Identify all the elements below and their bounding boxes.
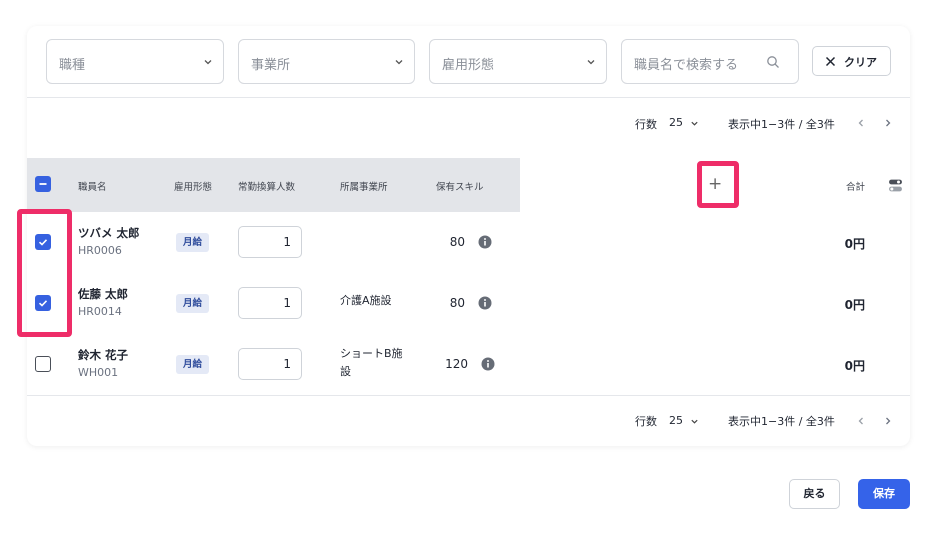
highlight-checkbox-column	[17, 209, 72, 337]
rows-per-page-select[interactable]: 25	[669, 414, 683, 427]
office-select[interactable]: 事業所	[238, 39, 415, 84]
chevron-down-icon[interactable]	[690, 119, 699, 128]
chevron-down-icon[interactable]	[690, 417, 699, 426]
search-placeholder: 職員名で検索する	[634, 58, 739, 73]
fte-input[interactable]: 1	[238, 287, 302, 319]
row-total: 0円	[844, 237, 865, 251]
search-icon	[767, 56, 779, 68]
chevron-left-icon[interactable]	[856, 416, 866, 426]
employment-type-placeholder: 雇用形態	[442, 58, 495, 73]
chevron-left-icon[interactable]	[856, 118, 866, 128]
fte-input[interactable]: 1	[238, 226, 302, 258]
chevron-down-icon	[587, 60, 595, 65]
staff-code: HR0014	[78, 305, 122, 318]
skill-value: 80	[449, 235, 465, 249]
staff-table-card: 職種 事業所 雇用形態 職員名で検索する クリア 行数 25 表示中1−3件 /…	[27, 26, 910, 446]
office-placeholder: 事業所	[251, 58, 291, 73]
back-button[interactable]: 戻る	[789, 479, 840, 509]
skill-value: 80	[449, 296, 465, 310]
staff-name: ツバメ 太郎	[78, 226, 140, 240]
staff-name: 佐藤 太郎	[78, 287, 129, 301]
highlight-add-column	[697, 161, 739, 208]
range-text: 表示中1−3件 / 全3件	[728, 415, 835, 428]
col-employment: 雇用形態	[174, 182, 213, 193]
job-type-select[interactable]: 職種	[46, 39, 224, 84]
minus-icon	[39, 183, 47, 185]
row-total: 0円	[844, 359, 865, 373]
info-icon[interactable]	[478, 296, 492, 310]
rows-per-page-select[interactable]: 25	[669, 116, 683, 129]
staff-search-input[interactable]: 職員名で検索する	[621, 39, 799, 84]
col-total: 合計	[846, 182, 866, 193]
chevron-down-icon	[204, 60, 212, 65]
fte-input[interactable]: 1	[238, 348, 302, 380]
select-all-checkbox[interactable]	[35, 176, 51, 192]
office-name: 介護A施設	[340, 294, 392, 307]
chevron-down-icon	[395, 60, 403, 65]
col-office: 所属事業所	[340, 182, 388, 193]
office-name: ショートB施設	[340, 347, 403, 378]
job-type-placeholder: 職種	[59, 58, 86, 73]
clear-label: クリア	[844, 56, 877, 69]
info-icon[interactable]	[478, 235, 492, 249]
row-checkbox[interactable]	[35, 356, 51, 372]
row-total: 0円	[844, 298, 865, 312]
column-toggle-icon[interactable]	[888, 178, 903, 193]
employment-type-select[interactable]: 雇用形態	[429, 39, 607, 84]
employment-badge: 月給	[176, 355, 209, 374]
col-skills: 保有スキル	[436, 182, 484, 193]
filter-bar: 職種 事業所 雇用形態 職員名で検索する クリア	[27, 26, 910, 98]
clear-button[interactable]: クリア	[812, 46, 891, 76]
info-icon[interactable]	[481, 357, 495, 371]
chevron-right-icon[interactable]	[883, 118, 893, 128]
rows-per-page-label: 行数	[635, 415, 657, 428]
close-icon	[825, 56, 836, 67]
col-name: 職員名	[78, 182, 107, 193]
range-text: 表示中1−3件 / 全3件	[728, 118, 835, 131]
employment-badge: 月給	[176, 233, 209, 252]
employment-badge: 月給	[176, 294, 209, 313]
col-fte: 常勤換算人数	[238, 182, 296, 193]
rows-per-page-label: 行数	[635, 118, 657, 131]
staff-code: HR0006	[78, 244, 122, 257]
chevron-right-icon[interactable]	[883, 416, 893, 426]
skill-value: 120	[445, 357, 468, 371]
staff-code: WH001	[78, 366, 119, 379]
staff-name: 鈴木 花子	[78, 348, 129, 362]
divider	[27, 395, 910, 396]
save-button[interactable]: 保存	[858, 479, 910, 509]
